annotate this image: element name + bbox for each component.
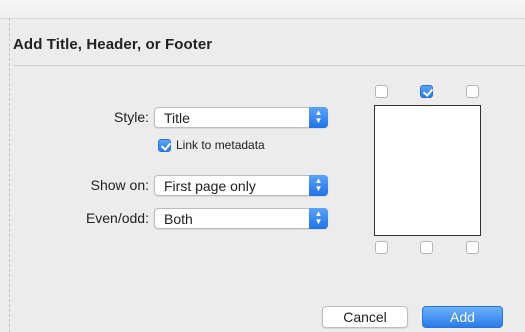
top-center-position-checkbox[interactable]	[420, 85, 433, 98]
show-on-select-value: First page only	[164, 178, 256, 194]
updown-arrows-icon: ▲ ▼	[309, 175, 328, 196]
window-top-strip	[0, 0, 525, 19]
style-select-value: Title	[164, 110, 190, 126]
link-metadata-label: Link to metadata	[176, 138, 265, 152]
bottom-center-position-checkbox[interactable]	[420, 241, 433, 254]
window-left-edge	[0, 18, 10, 332]
top-right-position-checkbox[interactable]	[466, 85, 479, 98]
bottom-left-position-checkbox[interactable]	[375, 241, 388, 254]
updown-arrows-icon: ▲ ▼	[309, 208, 328, 229]
bottom-right-position-checkbox[interactable]	[466, 241, 479, 254]
show-on-label: Show on:	[90, 177, 149, 193]
link-metadata-checkbox[interactable]	[158, 139, 171, 152]
even-odd-select-value: Both	[164, 211, 193, 227]
show-on-select[interactable]: First page only ▲ ▼	[154, 175, 328, 196]
add-button[interactable]: Add	[422, 306, 503, 328]
even-odd-label: Even/odd:	[85, 210, 149, 226]
even-odd-select[interactable]: Both ▲ ▼	[154, 208, 328, 229]
top-left-position-checkbox[interactable]	[375, 85, 388, 98]
dialog-title: Add Title, Header, or Footer	[13, 36, 213, 53]
title-separator	[13, 65, 525, 66]
style-label: Style:	[113, 109, 149, 125]
updown-arrows-icon: ▲ ▼	[309, 107, 328, 128]
page-preview	[374, 105, 481, 236]
cancel-button[interactable]: Cancel	[322, 306, 408, 328]
style-select[interactable]: Title ▲ ▼	[154, 107, 328, 128]
